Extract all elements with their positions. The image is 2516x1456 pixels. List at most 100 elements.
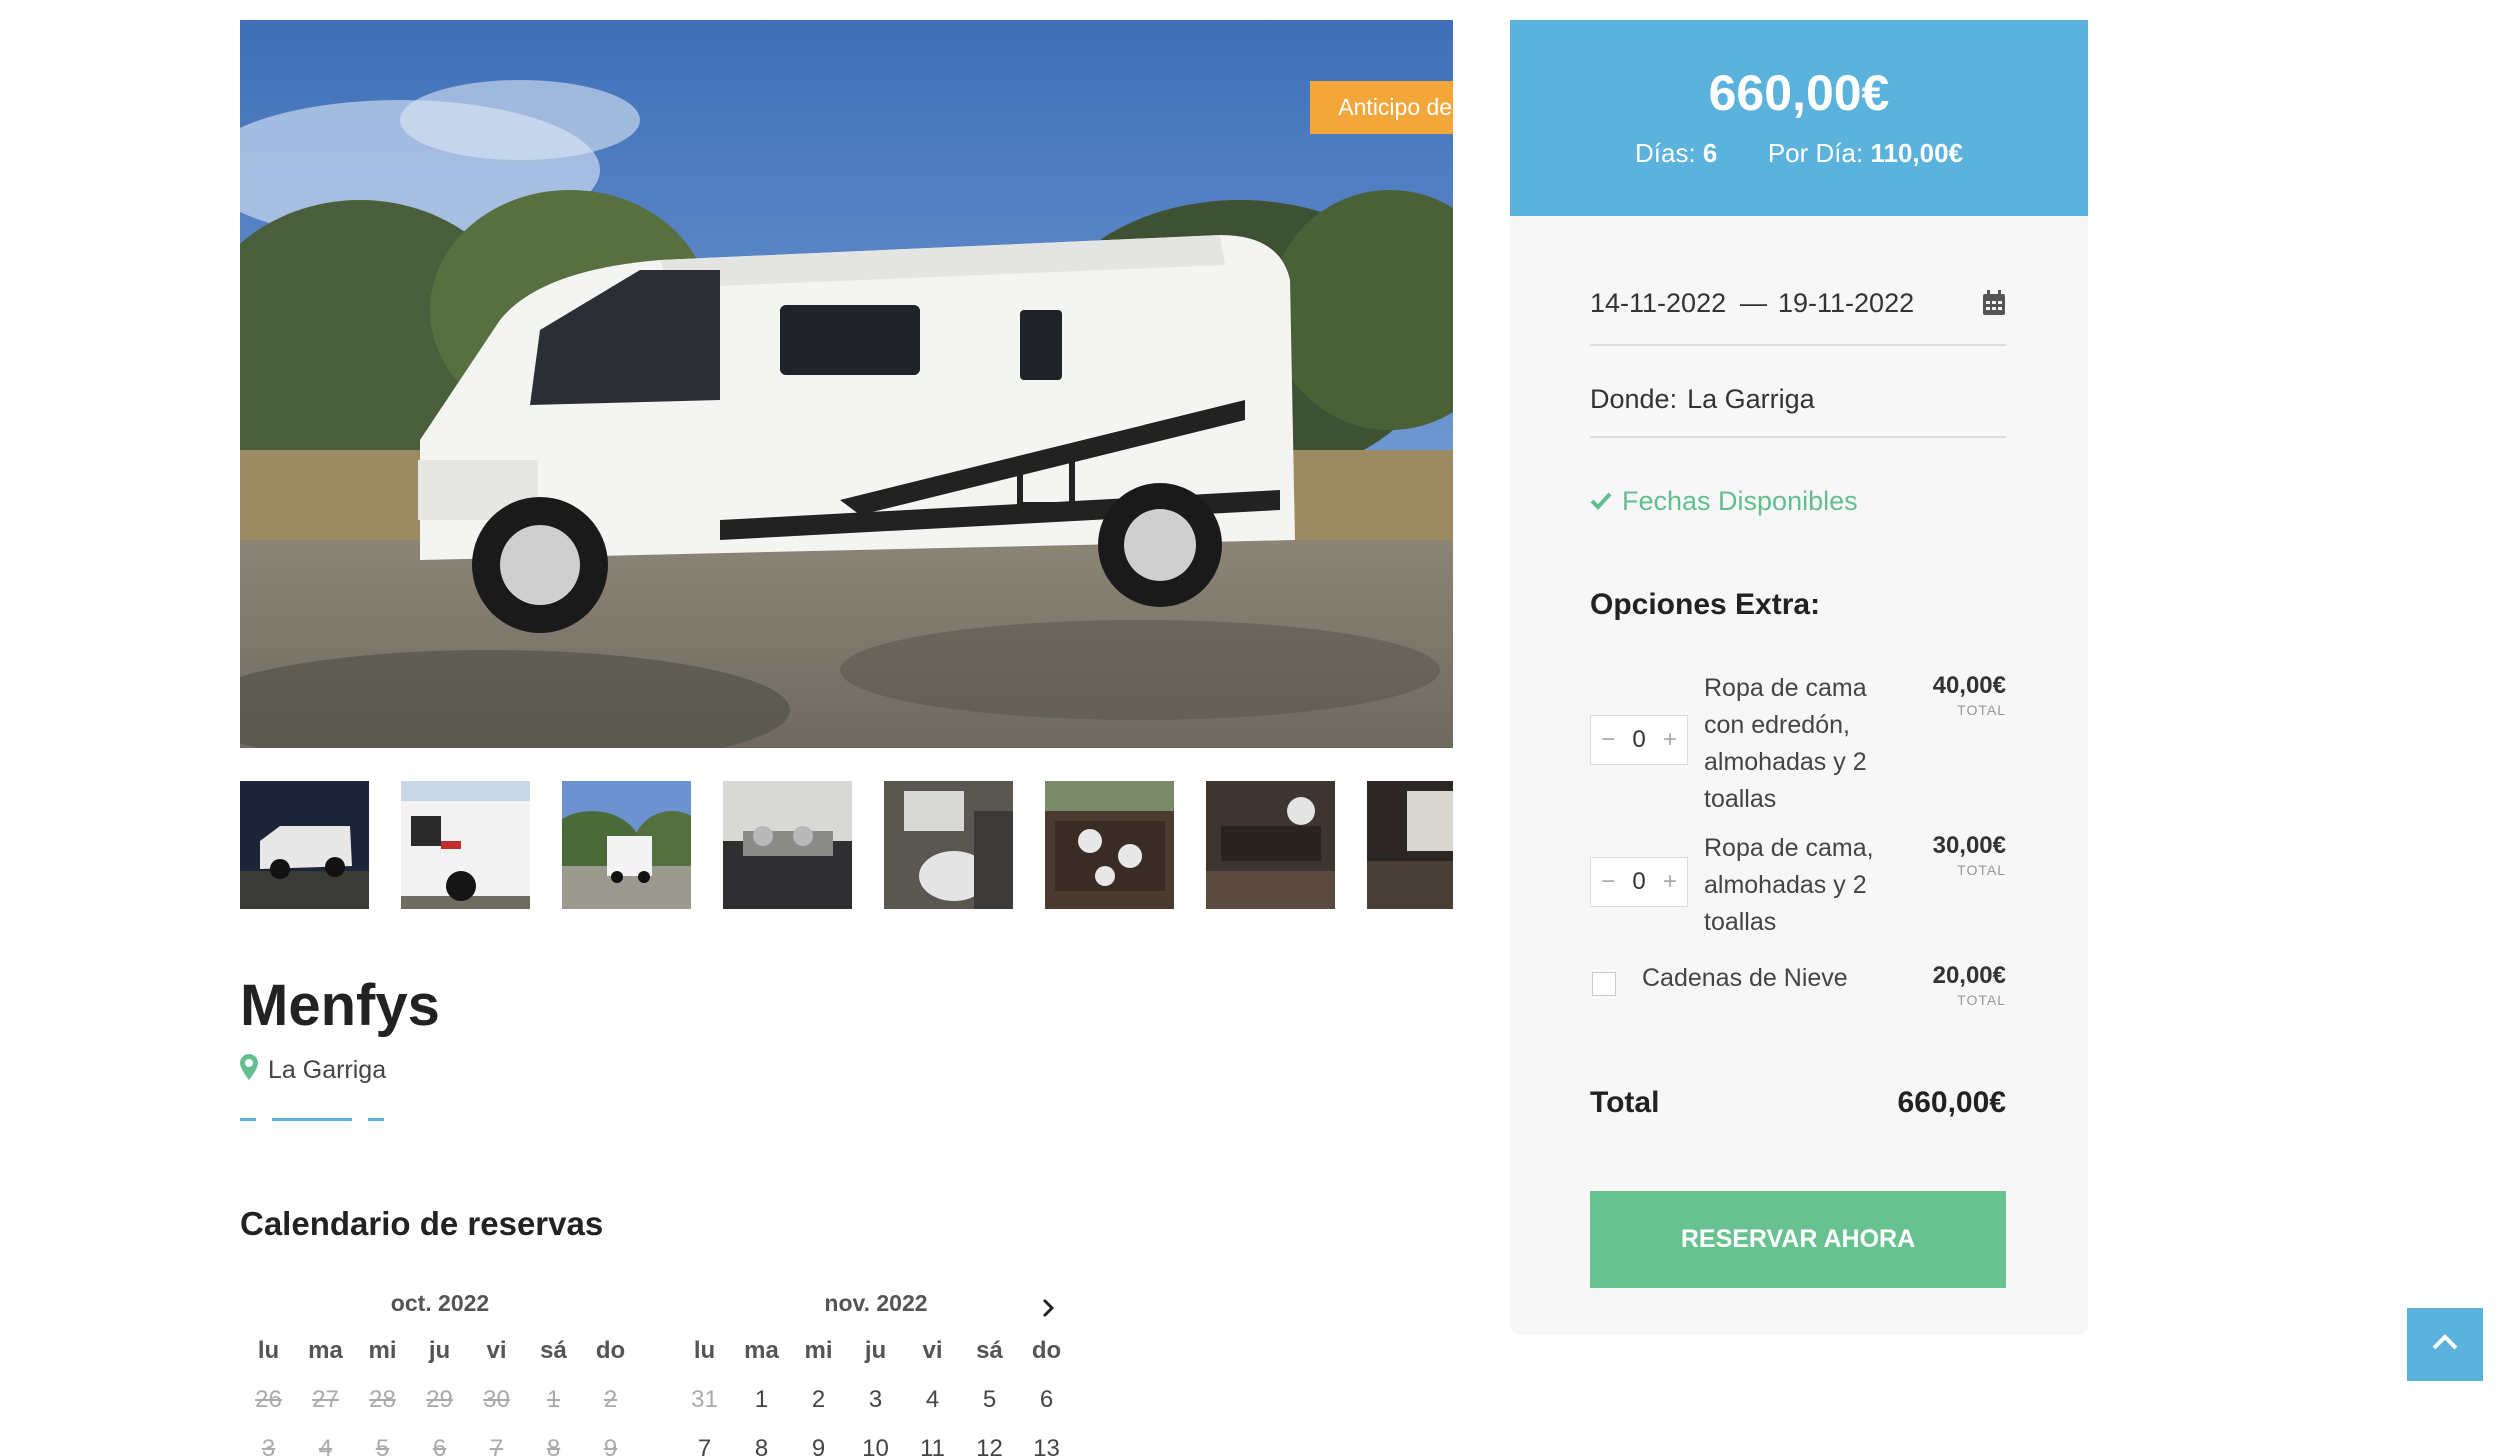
- price-breakdown: Días: 6 Por Día: 110,00€: [1510, 138, 2088, 169]
- title-divider: [240, 1118, 400, 1121]
- calendar-day[interactable]: 4: [904, 1386, 961, 1414]
- calendar-day: 27: [312, 1385, 339, 1413]
- weekday-label: ju: [864, 1336, 887, 1364]
- extra-price: 40,00€ TOTAL: [1933, 672, 2006, 718]
- calendar-day[interactable]: 3: [847, 1386, 904, 1414]
- increment-button[interactable]: +: [1661, 726, 1679, 754]
- calendar-day: 30: [483, 1385, 510, 1413]
- weekday-label: lu: [257, 1336, 280, 1364]
- total-price: 660,00€: [1708, 65, 1890, 121]
- deposit-badge: Anticipo de reserva del 30%: [1310, 81, 1453, 134]
- calendar-day: 31: [691, 1385, 718, 1413]
- increment-button[interactable]: +: [1661, 868, 1679, 896]
- calendar-day[interactable]: 13: [1018, 1435, 1075, 1456]
- where-label: Donde:: [1590, 384, 1678, 414]
- calendar-day: 6: [432, 1434, 447, 1456]
- calendar-heading: Calendario de reservas: [240, 1205, 604, 1242]
- calendar-day: 1: [546, 1385, 561, 1413]
- chevron-right-icon[interactable]: [1036, 1296, 1060, 1320]
- calendar-day[interactable]: 1: [733, 1386, 790, 1414]
- decrement-button[interactable]: −: [1599, 726, 1617, 754]
- weekday-label: mi: [368, 1336, 397, 1364]
- calendar-week-row: 3 4 5 6 7 8 9: [240, 1424, 640, 1456]
- date-from: 14-11-2022: [1590, 288, 1727, 318]
- calendar-day[interactable]: 6: [1018, 1386, 1075, 1414]
- extra-option: Cadenas de Nieve 20,00€ TOTAL: [1590, 960, 2006, 1010]
- days-value: 6: [1702, 138, 1718, 168]
- thumbnail[interactable]: [1045, 781, 1174, 909]
- back-to-top-button[interactable]: [2407, 1308, 2483, 1381]
- calendar-day[interactable]: 12: [961, 1435, 1018, 1456]
- extra-price-amount: 30,00€: [1932, 832, 2006, 859]
- quantity-stepper[interactable]: − 0 +: [1590, 715, 1688, 765]
- extra-price-unit: TOTAL: [1957, 992, 2006, 1008]
- extra-price-unit: TOTAL: [1957, 702, 2006, 718]
- total-value: 660,00€: [1897, 1086, 2006, 1119]
- date-separator: —: [1740, 288, 1767, 318]
- extras-title: Opciones Extra:: [1590, 588, 1821, 621]
- price-header: 660,00€ Días: 6 Por Día: 110,00€: [1510, 20, 2088, 216]
- calendar-month-title: nov. 2022: [824, 1290, 928, 1316]
- calendar-day[interactable]: 7: [676, 1435, 733, 1456]
- weekday-label: ju: [428, 1336, 451, 1364]
- extra-name: Ropa de cama con edredón, almohadas y 2 …: [1704, 674, 1867, 813]
- weekday-label: vi: [486, 1336, 507, 1364]
- per-day-value: 110,00€: [1870, 138, 1964, 168]
- calendar-day: 7: [489, 1434, 504, 1456]
- chevron-up-icon: [2431, 1333, 2459, 1356]
- weekday-label: ma: [744, 1336, 779, 1364]
- weekday-label: sá: [976, 1336, 1003, 1364]
- extra-price-amount: 20,00€: [1932, 962, 2006, 989]
- thumbnail[interactable]: [401, 781, 530, 909]
- thumbnail[interactable]: [723, 781, 852, 909]
- where-value: La Garriga: [1687, 384, 1815, 414]
- per-day-label: Por Día:: [1767, 138, 1864, 168]
- calendar-icon[interactable]: [1982, 290, 2006, 316]
- weekday-label: ma: [308, 1336, 343, 1364]
- location-label[interactable]: La Garriga: [268, 1056, 386, 1085]
- calendar-month-title: oct. 2022: [390, 1290, 490, 1316]
- date-range-field[interactable]: 14-11-2022 — 19-11-2022: [1590, 288, 2006, 346]
- main-gallery-image[interactable]: Anticipo de reserva del 30%: [240, 20, 1453, 748]
- calendar-day[interactable]: 2: [790, 1386, 847, 1414]
- quantity-value: 0: [1632, 868, 1646, 895]
- weekday-label: sá: [540, 1336, 567, 1364]
- calendar-day: 8: [546, 1434, 561, 1456]
- quantity-stepper[interactable]: − 0 +: [1590, 857, 1688, 907]
- quantity-value: 0: [1632, 726, 1646, 753]
- calendar-day[interactable]: 8: [733, 1435, 790, 1456]
- thumbnail[interactable]: [562, 781, 691, 909]
- extra-name: Ropa de cama, almohadas y 2 toallas: [1704, 834, 1874, 936]
- listing-title: Menfys: [240, 973, 440, 1038]
- calendar-day[interactable]: 11: [904, 1435, 961, 1456]
- extra-price-unit: TOTAL: [1957, 862, 2006, 878]
- calendar-day: 3: [261, 1434, 276, 1456]
- reserve-now-button[interactable]: RESERVAR AHORA: [1590, 1191, 2006, 1288]
- calendar-day: 5: [375, 1434, 390, 1456]
- thumbnail[interactable]: [884, 781, 1013, 909]
- calendar-day[interactable]: 5: [961, 1386, 1018, 1414]
- calendar-day[interactable]: 10: [847, 1435, 904, 1456]
- map-pin-icon: [240, 1054, 268, 1087]
- thumbnail[interactable]: [1206, 781, 1335, 909]
- calendar-day[interactable]: 9: [790, 1435, 847, 1456]
- thumbnail[interactable]: [240, 781, 369, 909]
- calendar-month-nov: lu ma mi ju vi sá do 31 1 2 3 4 5 6 7 8 …: [676, 1326, 1076, 1456]
- weekday-label: do: [595, 1336, 626, 1364]
- calendar-day: 28: [369, 1385, 396, 1413]
- decrement-button[interactable]: −: [1599, 868, 1617, 896]
- thumbnail[interactable]: [1367, 781, 1453, 909]
- extra-option: − 0 + Ropa de cama con edredón, almohada…: [1590, 670, 2006, 820]
- extra-price: 30,00€ TOTAL: [1933, 832, 2006, 878]
- availability-label: Fechas Disponibles: [1622, 486, 1858, 516]
- extra-price: 20,00€ TOTAL: [1933, 962, 2006, 1008]
- calendar-day: 26: [255, 1385, 282, 1413]
- calendar-day: 29: [426, 1385, 453, 1413]
- weekday-label: lu: [693, 1336, 716, 1364]
- total-label: Total: [1590, 1086, 1660, 1119]
- check-icon: [1590, 486, 1622, 517]
- extra-checkbox[interactable]: [1592, 972, 1616, 996]
- location-field: Donde: La Garriga: [1590, 384, 2006, 438]
- calendar-day: 9: [603, 1434, 618, 1456]
- calendar-week-row: 26 27 28 29 30 1 2: [240, 1375, 640, 1424]
